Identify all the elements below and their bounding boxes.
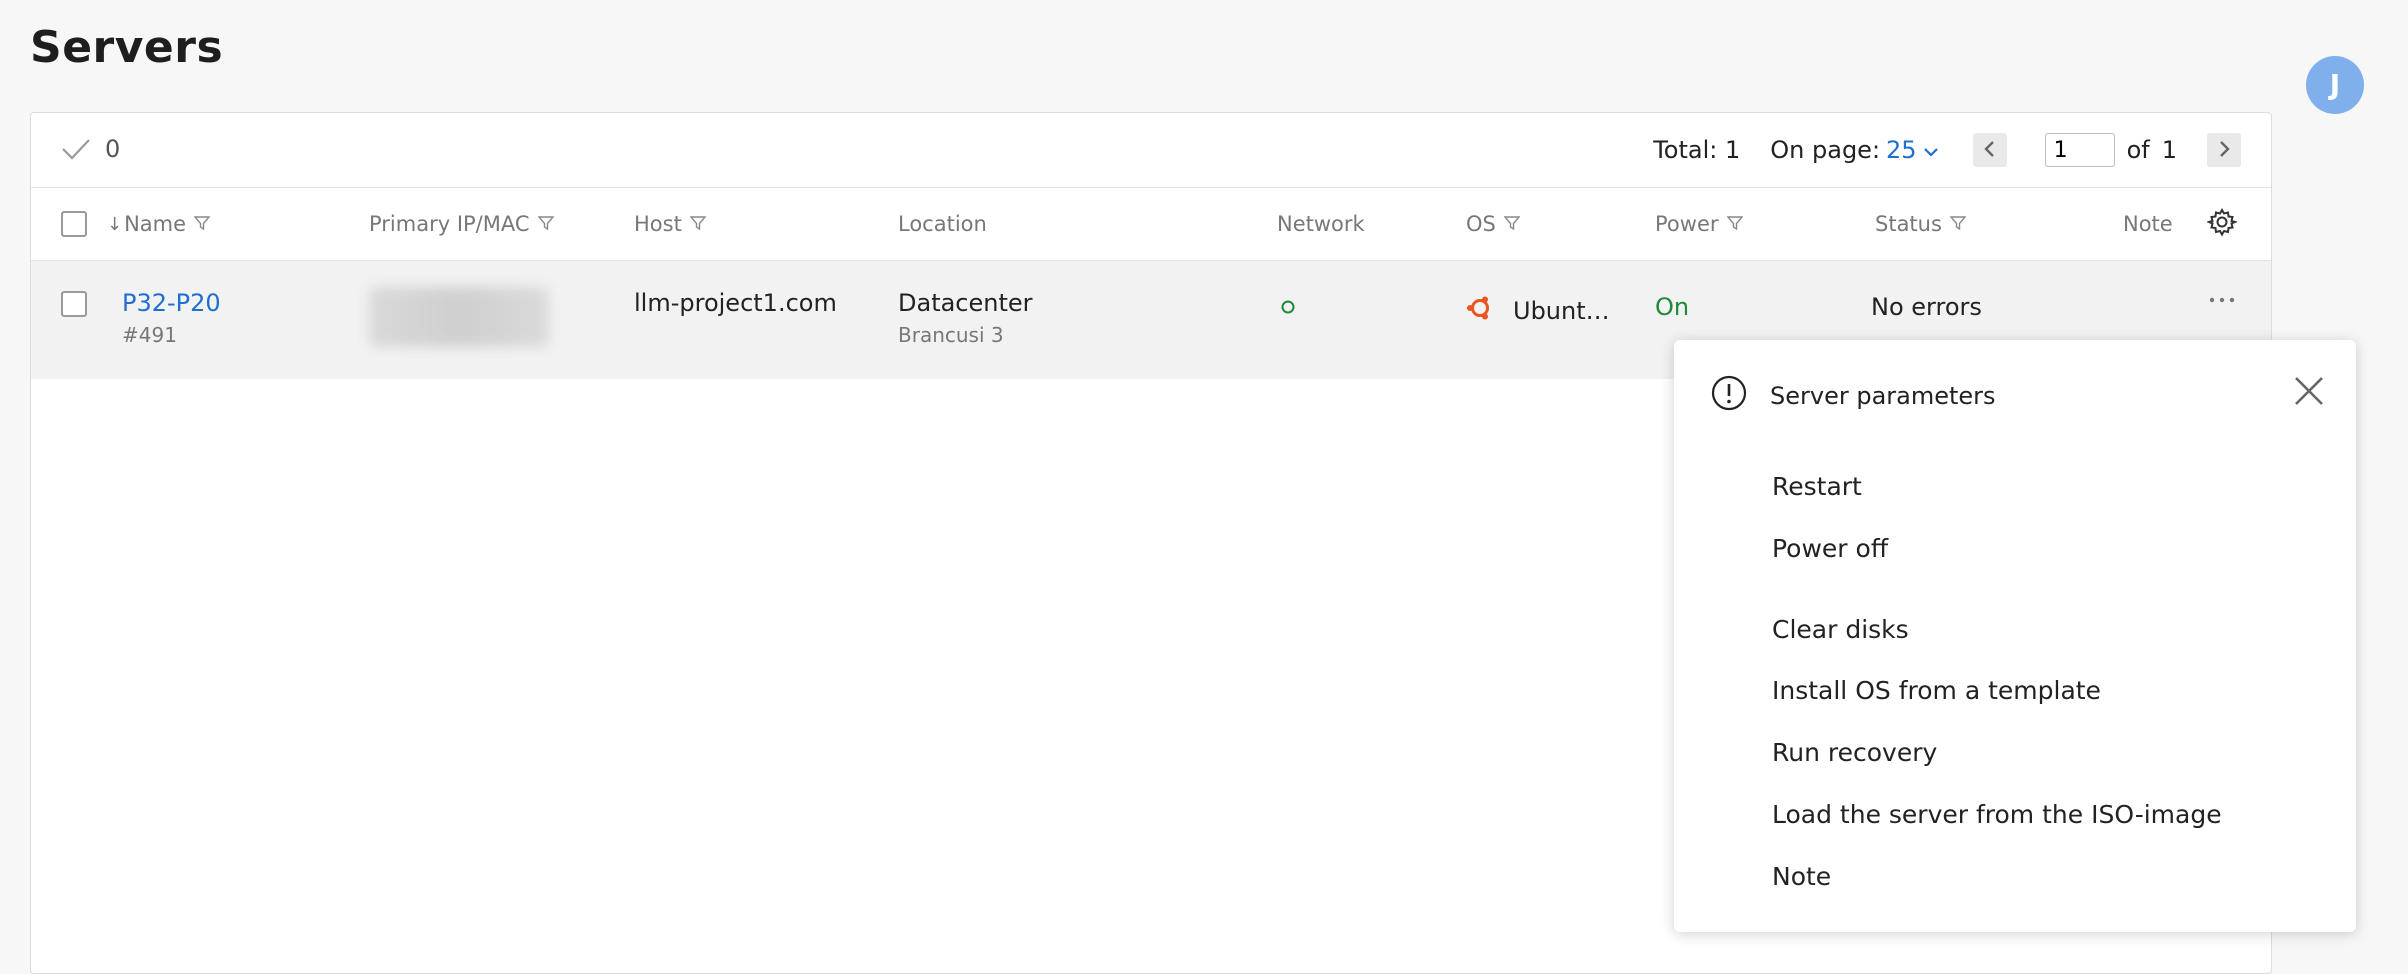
filter-icon[interactable]: [1725, 212, 1744, 236]
menu-item-load-iso[interactable]: Load the server from the ISO-image: [1772, 800, 2222, 829]
column-label-status: Status: [1875, 212, 1942, 236]
select-all-checkbox[interactable]: [61, 211, 87, 237]
row-actions-button[interactable]: [2207, 285, 2237, 313]
avatar[interactable]: J: [2306, 56, 2364, 114]
info-icon: [1710, 374, 1748, 418]
chevron-left-icon: [1983, 136, 1997, 164]
host-value: llm-project1.com: [634, 289, 837, 317]
column-header-name[interactable]: ↓ Name: [107, 188, 211, 260]
column-label-network: Network: [1277, 212, 1365, 236]
column-header-note: Note: [2123, 188, 2173, 260]
column-header-host[interactable]: Host: [634, 188, 707, 260]
menu-item-server-parameters[interactable]: Server parameters: [1770, 382, 1996, 410]
of-label: of: [2126, 136, 2150, 164]
prev-page-button[interactable]: [1972, 133, 2007, 167]
filter-icon[interactable]: [1949, 212, 1967, 236]
column-label-ip: Primary IP/MAC: [369, 212, 530, 236]
column-settings-button[interactable]: [2206, 188, 2238, 260]
row-checkbox[interactable]: [61, 291, 87, 317]
ubuntu-icon: [1465, 293, 1495, 329]
server-id: #491: [122, 323, 177, 347]
pagination: Total: 1 On page: 25 of 1: [1653, 131, 2241, 169]
page-size-select[interactable]: 25: [1886, 136, 1939, 164]
menu-item-restart[interactable]: Restart: [1772, 472, 1862, 501]
column-label-os: OS: [1466, 212, 1496, 236]
column-header-power[interactable]: Power: [1655, 188, 1744, 260]
column-header-ip[interactable]: Primary IP/MAC: [369, 188, 555, 260]
chevron-right-icon: [2217, 136, 2231, 164]
sort-desc-icon: ↓: [107, 213, 123, 235]
total-count: Total: 1: [1653, 136, 1741, 164]
more-icon: [2207, 285, 2237, 313]
filter-icon[interactable]: [689, 212, 707, 236]
on-page-label: On page:: [1770, 136, 1881, 164]
page-title: Servers: [30, 22, 224, 73]
total-pages: 1: [2161, 136, 2177, 164]
page-size-value: 25: [1886, 136, 1917, 164]
server-actions-menu: Server parameters Restart Power off Clea…: [1674, 340, 2356, 932]
column-label-power: Power: [1655, 212, 1719, 236]
close-icon: [2292, 377, 2326, 412]
menu-item-clear-disks[interactable]: Clear disks: [1772, 615, 1909, 644]
selection-counter: 0: [61, 135, 120, 163]
network-status-icon: [1280, 293, 1296, 321]
page-number-input[interactable]: [2044, 133, 2115, 167]
column-label-name: Name: [124, 212, 187, 236]
ip-mac-value-redacted: [369, 287, 549, 347]
table-toolbar: 0 Total: 1 On page: 25 of 1: [31, 113, 2271, 188]
os-value: Ubunt…: [1513, 297, 1610, 325]
close-button[interactable]: [2292, 374, 2326, 412]
location-sub-value: Brancusi 3: [898, 323, 1004, 347]
selected-count: 0: [105, 135, 121, 163]
column-header-os[interactable]: OS: [1466, 188, 1521, 260]
gear-icon: [2206, 207, 2238, 242]
column-label-note: Note: [2123, 212, 2173, 236]
menu-item-note[interactable]: Note: [1772, 862, 1831, 891]
column-header-network: Network: [1277, 188, 1365, 260]
next-page-button[interactable]: [2207, 133, 2241, 167]
menu-item-power-off[interactable]: Power off: [1772, 534, 1888, 563]
column-label-location: Location: [898, 212, 987, 236]
column-header-status[interactable]: Status: [1875, 188, 1967, 260]
filter-icon[interactable]: [537, 212, 555, 236]
filter-icon[interactable]: [193, 212, 211, 236]
status-value: No errors: [1871, 293, 1982, 321]
column-label-host: Host: [634, 212, 682, 236]
power-value: On: [1655, 293, 1690, 321]
server-name-link[interactable]: P32-P20: [122, 289, 221, 317]
filter-icon[interactable]: [1503, 212, 1521, 236]
location-value: Datacenter: [898, 289, 1033, 317]
menu-item-install-os[interactable]: Install OS from a template: [1772, 676, 2101, 705]
chevron-down-icon: [1923, 136, 1939, 164]
table-header: ↓ Name Primary IP/MAC Host Location Netw…: [31, 188, 2271, 261]
check-icon: [61, 137, 91, 161]
menu-item-run-recovery[interactable]: Run recovery: [1772, 738, 1937, 767]
column-header-location: Location: [898, 188, 987, 260]
